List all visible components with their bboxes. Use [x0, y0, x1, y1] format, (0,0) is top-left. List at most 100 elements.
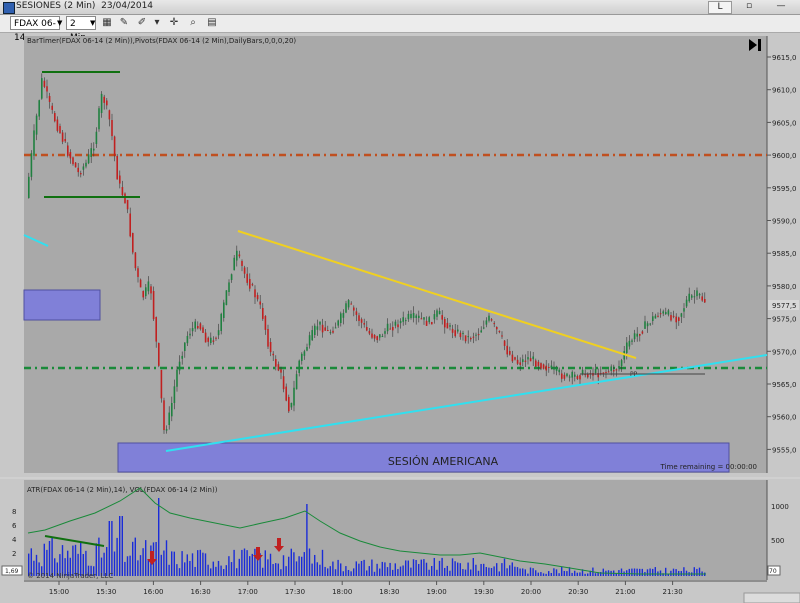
candle-body [418, 315, 420, 318]
price-tick-label: 9605,0 [772, 119, 797, 127]
volume-bar [113, 551, 116, 576]
price-tick-label: 9595,0 [772, 185, 797, 193]
candle-body [280, 369, 282, 373]
volume-bar [537, 572, 539, 576]
zoom-icon[interactable]: ⌕ [186, 16, 200, 30]
candle-body [389, 328, 391, 330]
candle-body [659, 313, 662, 315]
candle-body [220, 313, 222, 331]
candle-body [199, 323, 202, 330]
chevron-down-icon[interactable]: ▼ [57, 16, 65, 30]
maximize-icon[interactable]: ▫ [738, 1, 760, 12]
candle-body [152, 291, 155, 320]
candle-body [145, 287, 147, 297]
candle-body [150, 286, 152, 294]
app-icon [3, 2, 15, 14]
candle-body [620, 360, 623, 366]
candle-body [191, 328, 194, 332]
drawing-tools-icon[interactable]: ▾ [150, 16, 164, 30]
time-tick-label: 19:30 [474, 588, 494, 596]
volume-bar [124, 561, 126, 576]
chart-area[interactable]: BarTimer(FDAX 06-14 (2 Min)),Pivots(FDAX… [0, 33, 800, 603]
volume-bar [376, 563, 378, 576]
volume-bar [230, 562, 233, 576]
candle-body [337, 320, 339, 326]
minimize-button[interactable]: L [708, 1, 732, 14]
candle-body [594, 368, 597, 373]
candle-body [171, 402, 173, 417]
candle-body [46, 86, 48, 92]
volume-bar [454, 561, 456, 576]
volume-bar [449, 570, 451, 576]
close-button[interactable]: — [768, 1, 794, 12]
candle-body [412, 313, 415, 318]
pen-icon[interactable]: ✐ [135, 16, 149, 30]
volume-bar [355, 561, 357, 576]
candle-body [576, 376, 579, 379]
candle-body [574, 374, 576, 377]
volume-bar [210, 568, 212, 576]
time-tick-label: 17:00 [238, 588, 258, 596]
volume-bar [189, 560, 191, 576]
candle-body [158, 343, 160, 366]
panel-splitter[interactable] [0, 477, 800, 479]
volume-bar [358, 563, 360, 576]
volume-bar [519, 568, 521, 576]
candle-body [358, 315, 360, 321]
candle-body [324, 327, 326, 331]
candle-body [80, 173, 82, 175]
atr-tick-label: 4 [12, 536, 17, 544]
volume-bar [129, 555, 131, 576]
volume-bar [636, 568, 638, 576]
candle-body [298, 360, 300, 373]
candle-body [360, 319, 363, 323]
instrument-selector[interactable]: FDAX 06-14 [10, 16, 60, 43]
volume-bar [524, 569, 526, 576]
volume-bar [137, 560, 139, 576]
volume-bar [340, 563, 342, 576]
volume-bar [438, 560, 441, 576]
candle-body [527, 357, 529, 360]
horizontal-scrollbar[interactable] [743, 592, 800, 603]
volume-bar [158, 498, 160, 576]
time-tick-label: 20:30 [568, 588, 588, 596]
bars-icon[interactable]: ▦ [100, 16, 114, 30]
candle-body [350, 303, 352, 305]
candle-body [366, 327, 368, 331]
candle-body [155, 317, 157, 342]
candle-body [472, 336, 475, 338]
candle-body [251, 284, 254, 286]
properties-icon[interactable]: ▤ [205, 16, 219, 30]
candle-body [48, 96, 51, 102]
candle-body [98, 108, 100, 130]
volume-bar [204, 553, 207, 576]
volume-bar [277, 563, 279, 576]
candle-body [394, 321, 397, 326]
pencil-icon[interactable]: ✎ [117, 16, 131, 30]
price-tick-label: 9615,0 [772, 54, 797, 62]
candle-body [399, 320, 402, 324]
volume-bar [176, 564, 178, 576]
crosshair-icon[interactable]: ✛ [167, 16, 181, 30]
time-tick-label: 16:00 [143, 588, 163, 596]
candle-body [464, 335, 467, 342]
volume-bar [228, 556, 230, 576]
volume-bar [249, 556, 251, 576]
volume-bar [509, 565, 511, 576]
volume-bar [412, 559, 415, 576]
volume-bar [111, 521, 113, 576]
chevron-down-icon[interactable]: ▼ [90, 16, 98, 30]
candle-body [402, 317, 404, 322]
candle-body [228, 282, 230, 292]
volume-bar [178, 568, 181, 576]
candle-body [132, 233, 134, 253]
volume-bar [225, 565, 227, 576]
candle-body [477, 334, 480, 336]
atr-tick-label: 6 [12, 522, 17, 530]
candle-body [285, 386, 287, 401]
candle-body [363, 323, 365, 325]
volume-bar [363, 559, 365, 576]
volume-bar [428, 569, 430, 576]
volume-bar [480, 563, 482, 576]
candle-body [665, 312, 667, 314]
